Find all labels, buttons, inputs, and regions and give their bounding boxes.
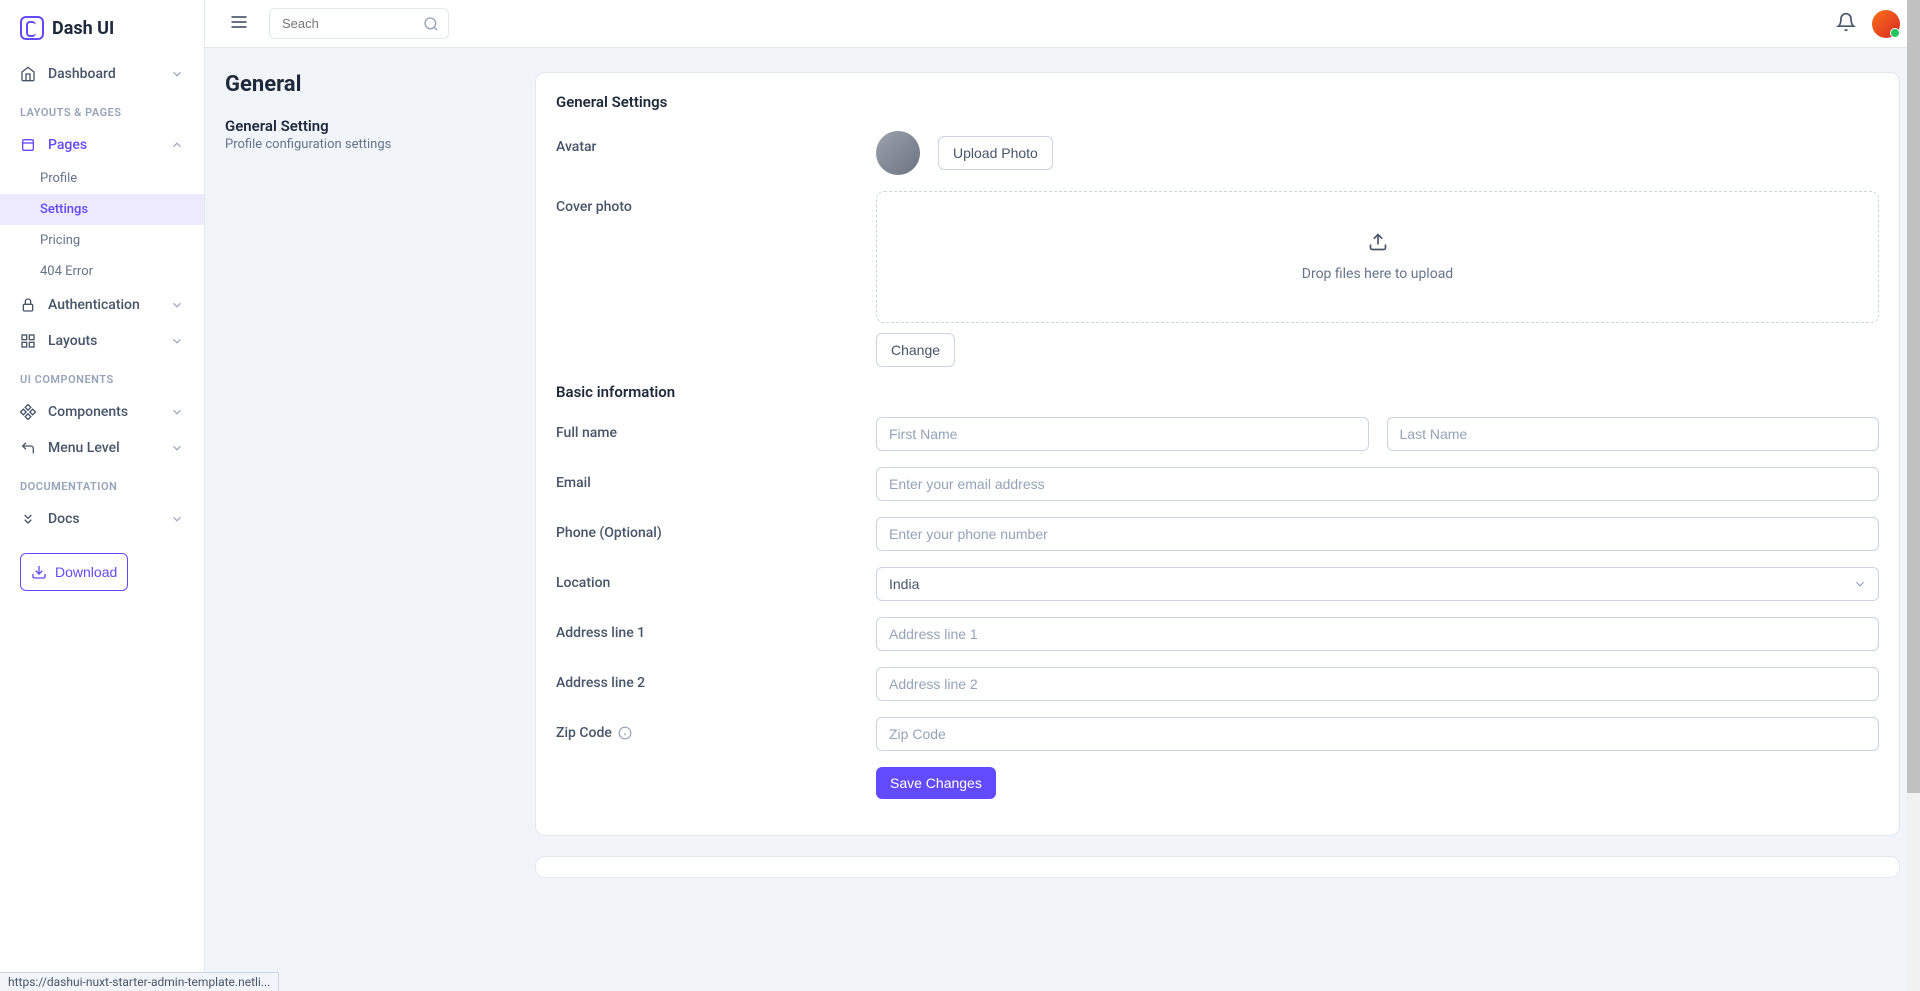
upload-icon [1368, 232, 1388, 252]
zip-label: Zip Code [556, 725, 856, 741]
addr1-label: Address line 1 [556, 625, 856, 641]
search-input[interactable] [269, 8, 449, 39]
brand-logo[interactable]: Dash UI [0, 0, 204, 56]
nav-item-menu-level[interactable]: Menu Level [0, 430, 204, 466]
last-name-input[interactable] [1387, 417, 1880, 451]
cover-dropzone[interactable]: Drop files here to upload [876, 191, 1879, 323]
status-bar-link: https://dashui-nuxt-starter-admin-templa… [0, 972, 279, 991]
nav-label: Menu Level [48, 440, 120, 456]
nav-item-authentication[interactable]: Authentication [0, 287, 204, 323]
nav-section-layouts: LAYOUTS & PAGES [0, 92, 204, 127]
lock-icon [20, 297, 36, 313]
phone-label: Phone (Optional) [556, 525, 856, 541]
user-avatar[interactable] [1872, 10, 1900, 38]
topbar [205, 0, 1920, 48]
home-icon [20, 66, 36, 82]
chevron-up-icon [170, 138, 184, 152]
brand-logo-icon [20, 16, 44, 40]
chevron-down-icon [170, 512, 184, 526]
cover-photo-label: Cover photo [556, 199, 856, 215]
download-button[interactable]: Download [20, 553, 128, 591]
nav-item-docs[interactable]: Docs [0, 501, 204, 537]
menu-toggle[interactable] [225, 8, 253, 40]
pages-icon [20, 137, 36, 153]
nav-sub-profile[interactable]: Profile [0, 163, 204, 194]
nav-sub-pricing[interactable]: Pricing [0, 225, 204, 256]
chevron-down-double-icon [20, 511, 36, 527]
download-icon [31, 564, 47, 580]
full-name-label: Full name [556, 425, 856, 441]
zip-input[interactable] [876, 717, 1879, 751]
nav-item-dashboard[interactable]: Dashboard [0, 56, 204, 92]
nav-section-ui: UI COMPONENTS [0, 359, 204, 394]
nav-sub-settings[interactable]: Settings [0, 194, 204, 225]
sidebar: Dash UI Dashboard LAYOUTS & PAGES Pages … [0, 0, 205, 991]
nav-label: Docs [48, 511, 80, 527]
brand-name: Dash UI [52, 18, 114, 39]
basic-info-title: Basic information [556, 383, 1879, 401]
upload-photo-button[interactable]: Upload Photo [938, 136, 1053, 170]
scrollbar[interactable] [1907, 0, 1920, 991]
nav-item-components[interactable]: Components [0, 394, 204, 430]
email-input[interactable] [876, 467, 1879, 501]
menu-icon [229, 12, 249, 32]
grid-icon [20, 333, 36, 349]
chevron-down-icon [170, 441, 184, 455]
phone-input[interactable] [876, 517, 1879, 551]
download-label: Download [55, 564, 117, 580]
chevron-down-icon [170, 405, 184, 419]
search-icon [423, 16, 439, 32]
components-icon [20, 404, 36, 420]
search-box [269, 8, 449, 39]
nav-label: Pages [48, 137, 87, 153]
next-card-peek [535, 856, 1900, 878]
info-icon [618, 726, 632, 740]
addr2-label: Address line 2 [556, 675, 856, 691]
card-title: General Settings [556, 93, 1879, 111]
page-side: General General Setting Profile configur… [205, 48, 535, 991]
nav-item-layouts[interactable]: Layouts [0, 323, 204, 359]
first-name-input[interactable] [876, 417, 1369, 451]
corner-icon [20, 440, 36, 456]
scrollbar-thumb[interactable] [1907, 0, 1920, 793]
bell-icon [1836, 12, 1856, 32]
save-button[interactable]: Save Changes [876, 767, 996, 799]
general-settings-card: General Settings Avatar Upload Photo Cov… [535, 72, 1900, 836]
nav-label: Components [48, 404, 128, 420]
nav-label: Dashboard [48, 66, 116, 82]
chevron-down-icon [170, 67, 184, 81]
nav-section-docs: DOCUMENTATION [0, 466, 204, 501]
nav-label: Authentication [48, 297, 140, 313]
avatar-preview [876, 131, 920, 175]
chevron-down-icon [170, 298, 184, 312]
change-button[interactable]: Change [876, 333, 955, 367]
email-label: Email [556, 475, 856, 491]
nav-sub-404[interactable]: 404 Error [0, 256, 204, 287]
side-section-sub: Profile configuration settings [225, 137, 515, 152]
nav-item-pages[interactable]: Pages [0, 127, 204, 163]
addr2-input[interactable] [876, 667, 1879, 701]
side-section-title: General Setting [225, 117, 515, 135]
avatar-label: Avatar [556, 139, 856, 155]
notifications-button[interactable] [1836, 12, 1856, 36]
location-label: Location [556, 575, 856, 591]
page-title: General [225, 72, 515, 97]
addr1-input[interactable] [876, 617, 1879, 651]
dropzone-text: Drop files here to upload [917, 266, 1838, 282]
location-select[interactable]: India [876, 567, 1879, 601]
nav-label: Layouts [48, 333, 97, 349]
chevron-down-icon [170, 334, 184, 348]
